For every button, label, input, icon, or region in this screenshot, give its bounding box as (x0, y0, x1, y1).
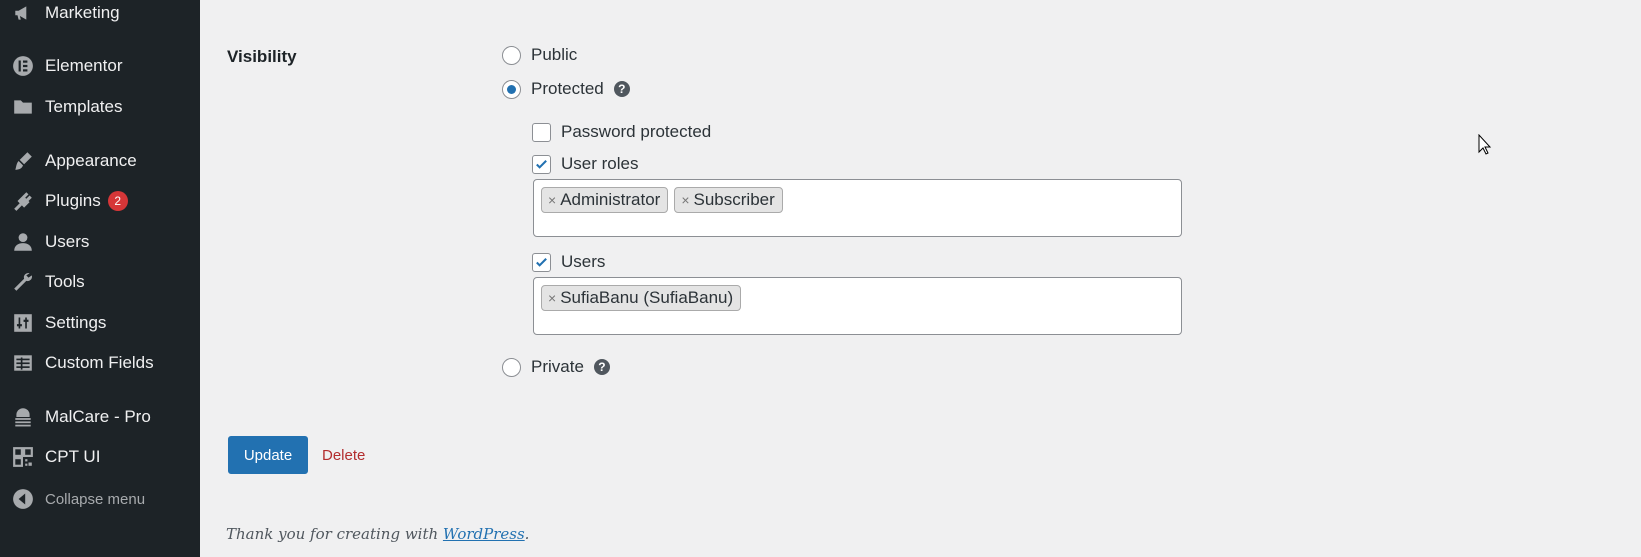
remove-tag-icon[interactable]: × (548, 290, 556, 306)
help-icon[interactable]: ? (593, 359, 610, 375)
footer-suffix: . (524, 525, 530, 543)
public-radio[interactable] (502, 45, 521, 65)
sidebar-item-label: Custom Fields (45, 353, 154, 372)
wordpress-link[interactable]: WordPress (443, 525, 525, 543)
collapse-arrow-icon (11, 487, 35, 511)
elementor-icon (11, 54, 35, 78)
mouse-cursor-icon (1478, 134, 1492, 155)
sidebar-item-appearance[interactable]: Appearance (0, 144, 200, 178)
sidebar-item-label: Elementor (45, 56, 123, 75)
sidebar-item-label: Users (45, 232, 90, 251)
visibility-label: Visibility (227, 47, 297, 66)
user-roles-label: User roles (561, 154, 639, 173)
plugin-icon (11, 189, 35, 213)
admin-footer: Thank you for creating with WordPress. (226, 525, 529, 543)
visibility-private-option[interactable]: Private ? (502, 357, 610, 377)
tag-label: SufiaBanu (SufiaBanu) (560, 288, 734, 307)
public-label: Public (531, 45, 578, 64)
sidebar-item-label: Appearance (45, 151, 137, 170)
plugins-update-badge: 2 (107, 191, 128, 211)
password-protected-label: Password protected (561, 122, 712, 141)
visibility-public-option[interactable]: Public (502, 45, 577, 65)
paintbrush-icon (11, 149, 35, 173)
sidebar-item-plugins[interactable]: Plugins 2 (0, 184, 200, 218)
footer-text: Thank you for creating with (226, 525, 443, 543)
users-checkbox[interactable] (532, 252, 551, 272)
admin-sidebar: Marketing Elementor Templates Appearance… (0, 0, 200, 557)
tag-subscriber: × Subscriber (674, 187, 783, 213)
tag-administrator: × Administrator (541, 187, 669, 213)
sliders-icon (11, 311, 35, 335)
users-label: Users (561, 252, 606, 271)
password-protected-option[interactable]: Password protected (532, 122, 711, 142)
collapse-menu-label: Collapse menu (45, 490, 146, 508)
users-select[interactable]: × SufiaBanu (SufiaBanu) (533, 277, 1182, 335)
sidebar-item-users[interactable]: Users (0, 225, 200, 259)
sidebar-item-label: Plugins (45, 191, 101, 210)
main-content: Visibility Public Protected ? Password p… (200, 0, 1641, 557)
megaphone-icon (11, 1, 35, 25)
grid-icon (11, 351, 35, 375)
user-icon (11, 230, 35, 254)
sidebar-item-cpt-ui[interactable]: CPT UI (0, 440, 200, 474)
folder-icon (11, 95, 35, 119)
wrench-icon (11, 270, 35, 294)
users-option[interactable]: Users (532, 252, 605, 272)
user-roles-select[interactable]: × Administrator × Subscriber (533, 179, 1182, 237)
checkmark-icon (536, 257, 547, 267)
sidebar-item-label: Tools (45, 272, 85, 291)
sidebar-item-label: Templates (45, 97, 123, 116)
remove-tag-icon[interactable]: × (681, 192, 689, 208)
tag-label: Administrator (560, 190, 661, 209)
malcare-icon (11, 405, 35, 429)
password-protected-checkbox[interactable] (532, 122, 551, 142)
sidebar-item-settings[interactable]: Settings (0, 306, 200, 340)
protected-label: Protected (531, 79, 604, 98)
collapse-menu-button[interactable]: Collapse menu (0, 482, 200, 516)
sidebar-item-tools[interactable]: Tools (0, 265, 200, 299)
sidebar-item-elementor[interactable]: Elementor (0, 49, 200, 83)
sidebar-item-label: Settings (45, 313, 107, 332)
tag-label: Subscriber (693, 190, 775, 209)
cpt-icon (11, 445, 35, 469)
delete-link[interactable]: Delete (322, 447, 365, 464)
sidebar-item-templates[interactable]: Templates (0, 90, 200, 124)
sidebar-item-marketing[interactable]: Marketing (0, 0, 200, 30)
visibility-protected-option[interactable]: Protected ? (502, 79, 630, 99)
help-icon[interactable]: ? (613, 81, 630, 97)
sidebar-item-label: Marketing (45, 3, 120, 22)
sidebar-item-label: CPT UI (45, 447, 101, 466)
sidebar-item-label: MalCare - Pro (45, 407, 151, 426)
private-label: Private (531, 357, 584, 376)
private-radio[interactable] (502, 357, 521, 377)
update-button[interactable]: Update (228, 436, 308, 474)
sidebar-item-custom-fields[interactable]: Custom Fields (0, 346, 200, 380)
remove-tag-icon[interactable]: × (548, 192, 556, 208)
protected-radio[interactable] (502, 79, 521, 99)
sidebar-item-malcare[interactable]: MalCare - Pro (0, 400, 200, 434)
checkmark-icon (536, 159, 547, 169)
user-roles-checkbox[interactable] (532, 154, 551, 174)
user-roles-option[interactable]: User roles (532, 154, 638, 174)
tag-user: × SufiaBanu (SufiaBanu) (541, 285, 742, 311)
